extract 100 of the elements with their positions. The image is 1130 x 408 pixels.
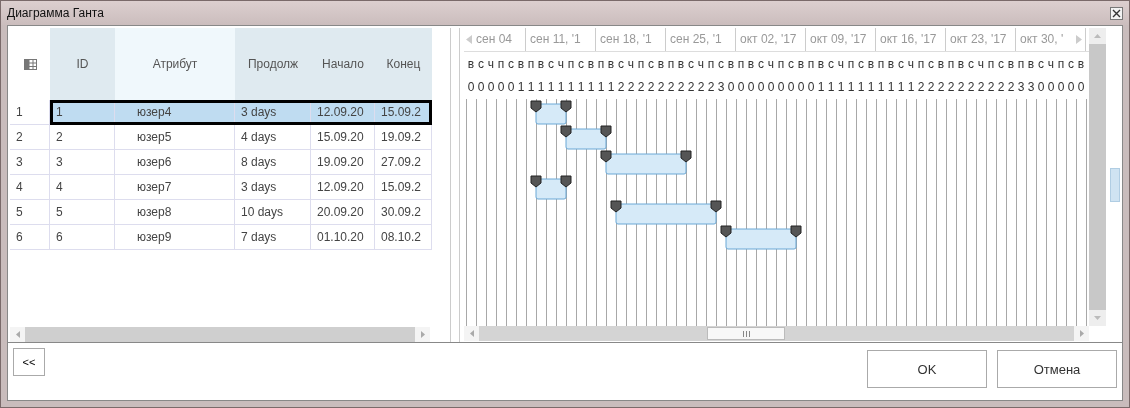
table-cell: 8 days bbox=[235, 150, 311, 175]
weekday-label: п bbox=[526, 56, 536, 71]
weekday-label: п bbox=[876, 56, 886, 71]
column-header[interactable]: Начало bbox=[311, 28, 375, 100]
table-row[interactable]: 5 юзер8 10 days 20.09.20 30.09.2 bbox=[50, 200, 432, 225]
day-digit-label: 1 bbox=[526, 80, 536, 95]
day-digit-label: 1 bbox=[896, 80, 906, 95]
close-button[interactable] bbox=[1110, 6, 1123, 20]
day-digit-label: 0 bbox=[766, 80, 776, 95]
weekday-label: ч bbox=[766, 56, 776, 71]
weekday-label: с bbox=[1037, 56, 1045, 71]
week-header: сен 11, '1 bbox=[526, 28, 596, 51]
weekday-label: в bbox=[1026, 56, 1036, 71]
weekday-label: п bbox=[666, 56, 676, 71]
day-digit-label: 2 bbox=[1006, 80, 1016, 95]
weekday-label: п bbox=[736, 56, 746, 71]
day-digit-label: 0 bbox=[736, 80, 746, 95]
scroll-left-icon[interactable] bbox=[15, 331, 20, 338]
scroll-up-icon[interactable] bbox=[1094, 34, 1101, 38]
day-digit-label: 2 bbox=[646, 80, 656, 95]
table-row[interactable]: 4 юзер7 3 days 12.09.20 15.09.2 bbox=[50, 175, 432, 200]
scroll-right-icon[interactable] bbox=[1076, 34, 1082, 44]
weekday-label: с bbox=[897, 56, 905, 71]
weekday-label: с bbox=[967, 56, 975, 71]
scroll-left-icon[interactable] bbox=[466, 34, 472, 44]
row-number: 4 bbox=[10, 175, 50, 200]
weekday-label: ч bbox=[906, 56, 916, 71]
column-header[interactable]: ID bbox=[50, 28, 115, 100]
day-digit-label: 0 bbox=[776, 80, 786, 95]
splitter[interactable] bbox=[450, 28, 460, 342]
day-digit-label: 1 bbox=[866, 80, 876, 95]
table-cell: 1 bbox=[50, 100, 115, 125]
table-row[interactable]: 6 юзер9 7 days 01.10.20 08.10.2 bbox=[50, 225, 432, 250]
day-digit-label: 0 bbox=[476, 80, 486, 95]
table-row[interactable]: 2 юзер5 4 days 15.09.20 19.09.2 bbox=[50, 125, 432, 150]
horizontal-scrollbar[interactable] bbox=[10, 327, 431, 342]
table-cell: 7 days bbox=[235, 225, 311, 250]
week-header: окт 16, '17 bbox=[876, 28, 946, 51]
day-digit-label: 0 bbox=[466, 80, 476, 95]
weekday-label: в bbox=[936, 56, 946, 71]
splitter-handle[interactable] bbox=[1110, 168, 1120, 202]
weekday-label: ч bbox=[836, 56, 846, 71]
day-digit-label: 0 bbox=[796, 80, 806, 95]
day-digit-label: 2 bbox=[686, 80, 696, 95]
table-cell: 3 days bbox=[235, 100, 311, 125]
day-digit-label: 2 bbox=[956, 80, 966, 95]
day-digit-label: 0 bbox=[726, 80, 736, 95]
weekday-label: в bbox=[816, 56, 826, 71]
weekday-label: с bbox=[577, 56, 585, 71]
grid-icon[interactable] bbox=[23, 58, 37, 70]
table-cell: юзер9 bbox=[115, 225, 235, 250]
horizontal-scrollbar[interactable] bbox=[464, 326, 1089, 341]
grip-icon[interactable] bbox=[742, 330, 750, 337]
weekday-label: в bbox=[1006, 56, 1016, 71]
day-digit-label: 1 bbox=[516, 80, 526, 95]
ok-button[interactable]: OK bbox=[867, 350, 987, 388]
day-digit-label: 2 bbox=[996, 80, 1006, 95]
column-header[interactable]: Продолж bbox=[235, 28, 311, 100]
weekday-label: п bbox=[636, 56, 646, 71]
task-bar[interactable] bbox=[610, 200, 722, 225]
column-header[interactable]: Атрибут bbox=[115, 28, 235, 100]
task-bar[interactable] bbox=[530, 175, 572, 200]
scroll-down-icon[interactable] bbox=[1094, 316, 1101, 320]
task-bar[interactable] bbox=[720, 225, 802, 250]
row-number: 3 bbox=[10, 150, 50, 175]
scroll-right-icon[interactable] bbox=[420, 331, 425, 338]
day-digit-label: 0 bbox=[746, 80, 756, 95]
weekday-label: в bbox=[676, 56, 686, 71]
weekday-label: в bbox=[586, 56, 596, 71]
task-bar[interactable] bbox=[530, 100, 572, 125]
day-digit-label: 2 bbox=[936, 80, 946, 95]
day-digit-label: 1 bbox=[596, 80, 606, 95]
weekday-label: ч bbox=[626, 56, 636, 71]
weekday-label: в bbox=[516, 56, 526, 71]
table-cell: 08.10.2 bbox=[375, 225, 432, 250]
day-digit-label: 2 bbox=[696, 80, 706, 95]
task-bar[interactable] bbox=[560, 125, 612, 150]
table-row[interactable]: 3 юзер6 8 days 19.09.20 27.09.2 bbox=[50, 150, 432, 175]
table-row[interactable]: 1 юзер4 3 days 12.09.20 15.09.2 bbox=[50, 100, 432, 125]
cancel-button[interactable]: Отмена bbox=[997, 350, 1117, 388]
table-cell: 2 bbox=[50, 125, 115, 150]
weekday-label: с bbox=[787, 56, 795, 71]
weekday-label: с bbox=[827, 56, 835, 71]
day-digit-label: 1 bbox=[556, 80, 566, 95]
day-digit-label: 0 bbox=[756, 80, 766, 95]
collapse-button[interactable]: << bbox=[13, 348, 45, 376]
task-bar[interactable] bbox=[600, 150, 692, 175]
week-header: окт 23, '17 bbox=[946, 28, 1016, 51]
week-header: сен 18, '1 bbox=[596, 28, 666, 51]
table-cell: юзер5 bbox=[115, 125, 235, 150]
weekday-label: п bbox=[846, 56, 856, 71]
column-header[interactable]: Конец bbox=[375, 28, 432, 100]
weekday-label: в bbox=[866, 56, 876, 71]
scroll-left-icon[interactable] bbox=[469, 330, 474, 337]
day-digit-label: 2 bbox=[626, 80, 636, 95]
day-digit-label: 2 bbox=[976, 80, 986, 95]
day-digit-label: 2 bbox=[666, 80, 676, 95]
scroll-right-icon[interactable] bbox=[1079, 330, 1084, 337]
weekday-label: п bbox=[1056, 56, 1066, 71]
vertical-scrollbar[interactable] bbox=[1089, 28, 1106, 326]
